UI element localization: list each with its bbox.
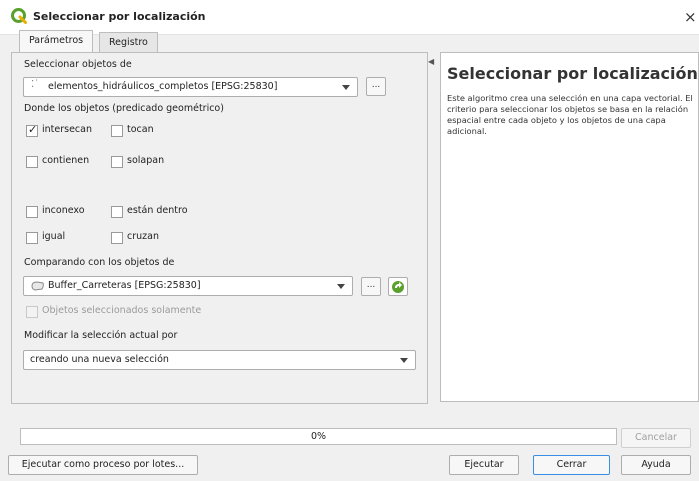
close-button[interactable]: Cerrar	[533, 455, 610, 475]
chevron-down-icon	[337, 284, 345, 289]
checkbox-igual[interactable]	[26, 232, 38, 244]
checkbox-estan-dentro[interactable]	[111, 206, 123, 218]
checkbox-contienen[interactable]	[26, 156, 38, 168]
checkbox-intersecan[interactable]: ✓	[26, 123, 38, 137]
predicate-label-cruzan: cruzan	[127, 231, 159, 242]
cancel-button[interactable]: Cancelar	[621, 428, 691, 448]
method-combo[interactable]: creando una nueva selección	[23, 350, 416, 370]
iterate-button[interactable]	[388, 277, 408, 296]
check-icon: ✓	[28, 123, 38, 136]
predicate-label: Donde los objetos (predicado geométrico)	[24, 103, 224, 114]
predicate-label-intersecan: intersecan	[42, 124, 92, 135]
intersect-browse-button[interactable]: ...	[361, 277, 381, 296]
point-layer-icon: ⁚˙	[31, 79, 40, 90]
help-button[interactable]: Ayuda	[621, 455, 691, 475]
input-layer-label: Seleccionar objetos de	[24, 59, 132, 70]
predicate-label-inconexo: inconexo	[42, 205, 85, 216]
predicate-label-solapan: solapan	[127, 155, 165, 166]
checkbox-cruzan[interactable]	[111, 232, 123, 244]
help-title: Seleccionar por localización	[447, 64, 698, 83]
checkbox-solapan[interactable]	[111, 156, 123, 168]
predicate-label-tocan: tocan	[127, 124, 154, 135]
tab-parametros[interactable]: Parámetros	[19, 30, 94, 52]
chevron-down-icon	[342, 85, 350, 90]
predicate-label-estan-dentro: están dentro	[127, 205, 188, 216]
progress-bar: 0%	[20, 428, 617, 445]
help-body: Este algoritmo crea una selección en una…	[447, 93, 693, 136]
chevron-down-icon	[400, 358, 408, 363]
iterate-icon	[392, 281, 404, 293]
predicate-label-contienen: contienen	[42, 155, 90, 166]
checkbox-tocan[interactable]	[111, 125, 123, 137]
method-value: creando una nueva selección	[30, 354, 169, 365]
help-panel: Seleccionar por localización Este algori…	[440, 52, 699, 402]
predicate-label-igual: igual	[42, 231, 66, 242]
qgis-icon	[11, 8, 27, 24]
run-button[interactable]: Ejecutar	[449, 455, 519, 475]
intersect-layer-combo[interactable]: Buffer_Carreteras [EPSG:25830]	[23, 276, 353, 296]
splitter-handle[interactable]	[432, 52, 436, 402]
progress-label: 0%	[310, 431, 327, 442]
method-label: Modificar la selección actual por	[24, 330, 178, 341]
input-layer-combo[interactable]: ⁚˙ elementos_hidráulicos_completos [EPSG…	[23, 77, 358, 97]
polygon-layer-icon	[31, 281, 44, 291]
input-browse-button[interactable]: ...	[366, 77, 386, 96]
checkbox-selected-only[interactable]	[26, 306, 38, 318]
tab-registro[interactable]: Registro	[99, 32, 158, 52]
intersect-layer-label: Comparando con los objetos de	[24, 257, 175, 268]
selected-only-label: Objetos seleccionados solamente	[42, 305, 202, 316]
batch-process-button[interactable]: Ejecutar como proceso por lotes...	[8, 455, 198, 475]
checkbox-inconexo[interactable]	[26, 206, 38, 218]
window-title: Seleccionar por localización	[33, 10, 206, 23]
title-bar: Seleccionar por localización ×	[0, 0, 699, 35]
input-layer-value: elementos_hidráulicos_completos [EPSG:25…	[48, 81, 278, 92]
close-icon[interactable]: ×	[684, 8, 697, 26]
intersect-layer-value: Buffer_Carreteras [EPSG:25830]	[48, 280, 201, 291]
